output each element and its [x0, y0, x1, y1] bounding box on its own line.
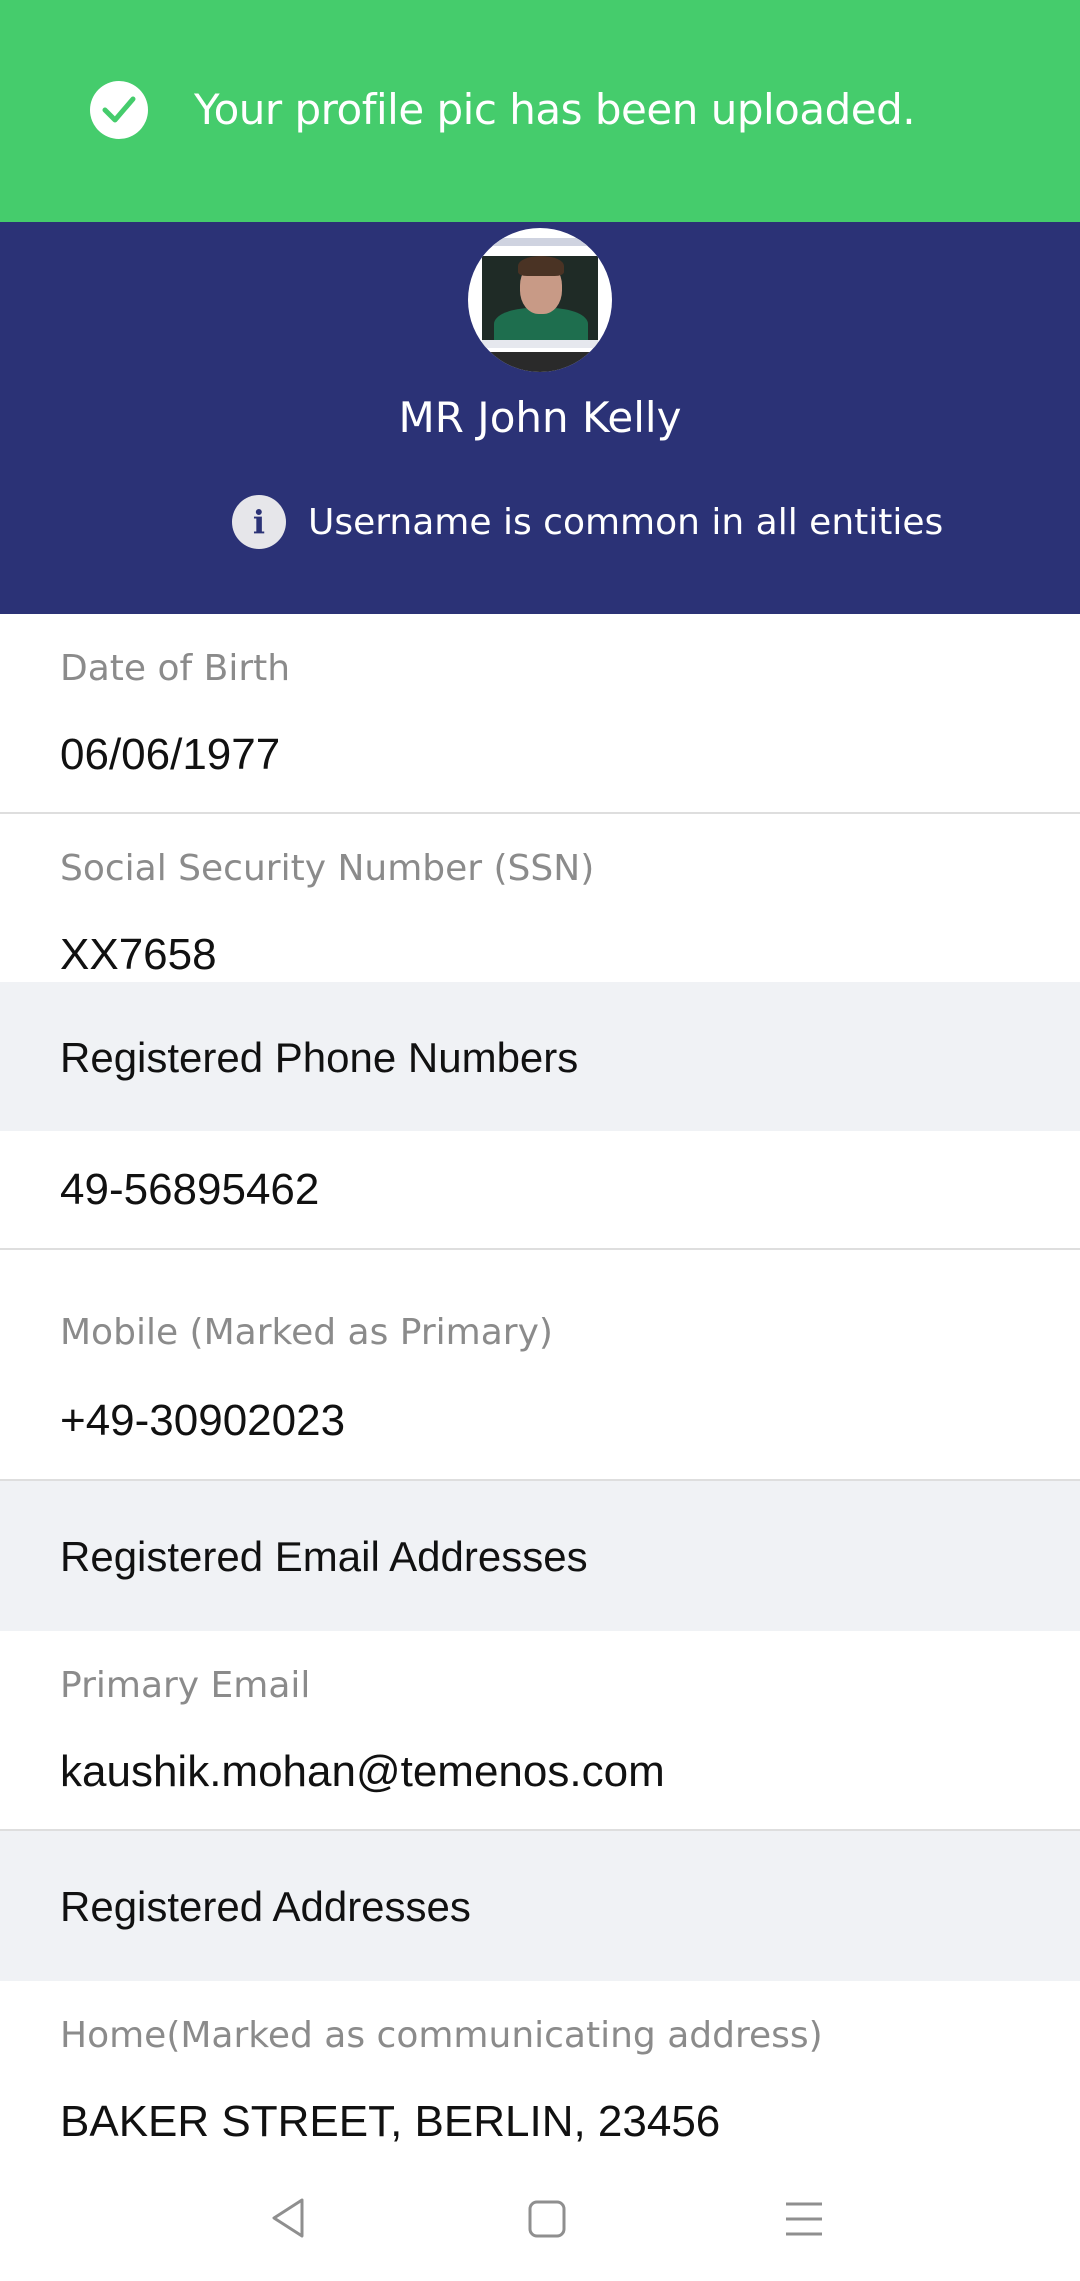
avatar-photo-detail — [488, 238, 592, 246]
addresses-section-title: Registered Addresses — [60, 1883, 471, 1930]
landline-value: 49-56895462 — [60, 1165, 320, 1214]
phones-section-title: Registered Phone Numbers — [60, 1034, 579, 1081]
upload-success-toast: Your profile pic has been uploaded. — [0, 0, 1080, 222]
menu-lines-icon[interactable] — [784, 2196, 824, 2245]
ssn-value: XX7658 — [60, 930, 217, 979]
dob-label: Date of Birth — [60, 648, 291, 689]
avatar-photo — [482, 256, 598, 348]
home-address-field[interactable]: Home(Marked as communicating address) BA… — [0, 1981, 1080, 2160]
profile-name: MR John Kelly — [398, 393, 682, 442]
home-address-label: Home(Marked as communicating address) — [60, 2015, 823, 2056]
avatar-photo-detail — [482, 340, 598, 348]
dob-value: 06/06/1977 — [60, 730, 281, 779]
primary-email-label: Primary Email — [60, 1665, 311, 1706]
back-triangle-icon[interactable] — [268, 2196, 308, 2245]
check-circle-icon — [90, 81, 148, 139]
home-address-value: BAKER STREET, BERLIN, 23456 — [60, 2097, 721, 2146]
emails-section-title: Registered Email Addresses — [60, 1533, 588, 1580]
profile-header: MR John Kelly i Username is common in al… — [0, 222, 1080, 614]
addresses-section-header: Registered Addresses — [0, 1831, 1080, 1981]
toast-message: Your profile pic has been uploaded. — [194, 85, 916, 134]
mobile-value: +49-30902023 — [60, 1396, 346, 1445]
primary-email-value: kaushik.mohan@temenos.com — [60, 1747, 665, 1796]
avatar-photo-detail — [468, 352, 612, 372]
home-square-icon[interactable] — [527, 2196, 567, 2245]
ssn-label: Social Security Number (SSN) — [60, 848, 595, 889]
landline-field[interactable]: 49-56895462 — [0, 1131, 1080, 1250]
ssn-field: Social Security Number (SSN) XX7658 — [0, 814, 1080, 982]
dob-field: Date of Birth 06/06/1977 — [0, 614, 1080, 814]
primary-email-field[interactable]: Primary Email kaushik.mohan@temenos.com — [0, 1631, 1080, 1831]
phones-section-header: Registered Phone Numbers — [0, 982, 1080, 1131]
info-icon[interactable]: i — [232, 495, 286, 549]
emails-section-header: Registered Email Addresses — [0, 1481, 1080, 1631]
mobile-label: Mobile (Marked as Primary) — [60, 1312, 553, 1353]
mobile-field[interactable]: Mobile (Marked as Primary) +49-30902023 — [0, 1250, 1080, 1481]
system-navigation-bar — [0, 2160, 1080, 2281]
username-info-text: Username is common in all entities — [308, 501, 944, 543]
username-info-row: i Username is common in all entities — [232, 494, 943, 550]
avatar[interactable] — [468, 228, 612, 372]
